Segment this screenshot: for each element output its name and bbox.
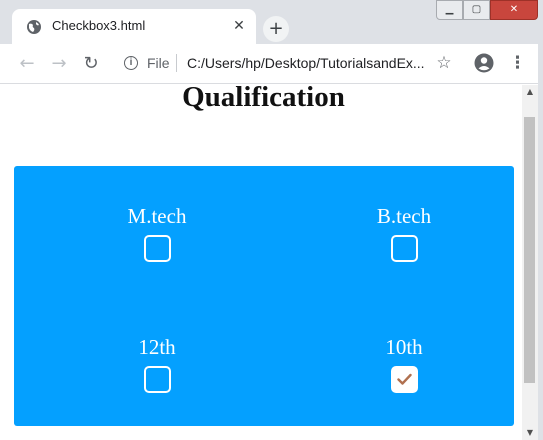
option-label[interactable]: 12th xyxy=(82,334,232,360)
12th-checkbox[interactable] xyxy=(143,366,171,393)
btech-checkbox[interactable] xyxy=(390,235,418,262)
address-bar[interactable]: C:/Users/hp/Desktop/TutorialsandEx... xyxy=(187,55,425,71)
mtech-checkbox[interactable] xyxy=(143,235,171,262)
close-tab-icon[interactable]: ✕ xyxy=(230,17,248,35)
menu-icon[interactable]: ⋮ xyxy=(509,52,526,74)
maximize-button[interactable]: ▢ xyxy=(463,0,490,20)
option-mtech: M.tech xyxy=(82,203,232,262)
minimize-button[interactable]: ▁ xyxy=(436,0,463,20)
reload-icon[interactable]: ↻ xyxy=(80,53,102,75)
option-12th: 12th xyxy=(82,334,232,393)
arrow-left-icon[interactable]: ← xyxy=(16,53,38,75)
page-viewport: Qualification M.tech B.tech 12th 10th xyxy=(0,85,522,440)
title-bar: Checkbox3.html ✕ + ▁ ▢ ✕ xyxy=(0,0,543,44)
globe-icon xyxy=(27,20,41,34)
option-btech: B.tech xyxy=(329,203,479,262)
option-label[interactable]: B.tech xyxy=(329,203,479,229)
browser-tab[interactable]: Checkbox3.html ✕ xyxy=(12,9,256,44)
option-10th: 10th xyxy=(329,334,479,393)
profile-icon[interactable] xyxy=(474,53,494,73)
window-close-button[interactable]: ✕ xyxy=(490,0,538,20)
tab-title: Checkbox3.html xyxy=(52,18,146,33)
url-scheme-label[interactable]: File xyxy=(147,55,170,71)
info-icon[interactable]: i xyxy=(124,56,138,70)
10th-checkbox[interactable] xyxy=(390,366,418,393)
new-tab-button[interactable]: + xyxy=(263,16,289,42)
option-label[interactable]: M.tech xyxy=(82,203,232,229)
star-icon[interactable]: ☆ xyxy=(433,52,455,74)
scroll-up-arrow-icon[interactable]: ▲ xyxy=(522,85,538,99)
window-frame xyxy=(538,44,543,440)
qualification-panel: M.tech B.tech 12th 10th xyxy=(14,166,514,426)
page-title: Qualification xyxy=(182,85,345,113)
checkmark-icon xyxy=(396,373,412,385)
browser-toolbar: ← → ↻ i File C:/Users/hp/Desktop/Tutoria… xyxy=(0,44,543,84)
scroll-down-arrow-icon[interactable]: ▼ xyxy=(522,426,538,440)
option-label[interactable]: 10th xyxy=(329,334,479,360)
arrow-right-icon[interactable]: → xyxy=(48,53,70,75)
vertical-scrollbar[interactable]: ▲ ▼ xyxy=(522,85,538,440)
scroll-thumb[interactable] xyxy=(524,117,535,383)
url-divider xyxy=(176,54,177,72)
